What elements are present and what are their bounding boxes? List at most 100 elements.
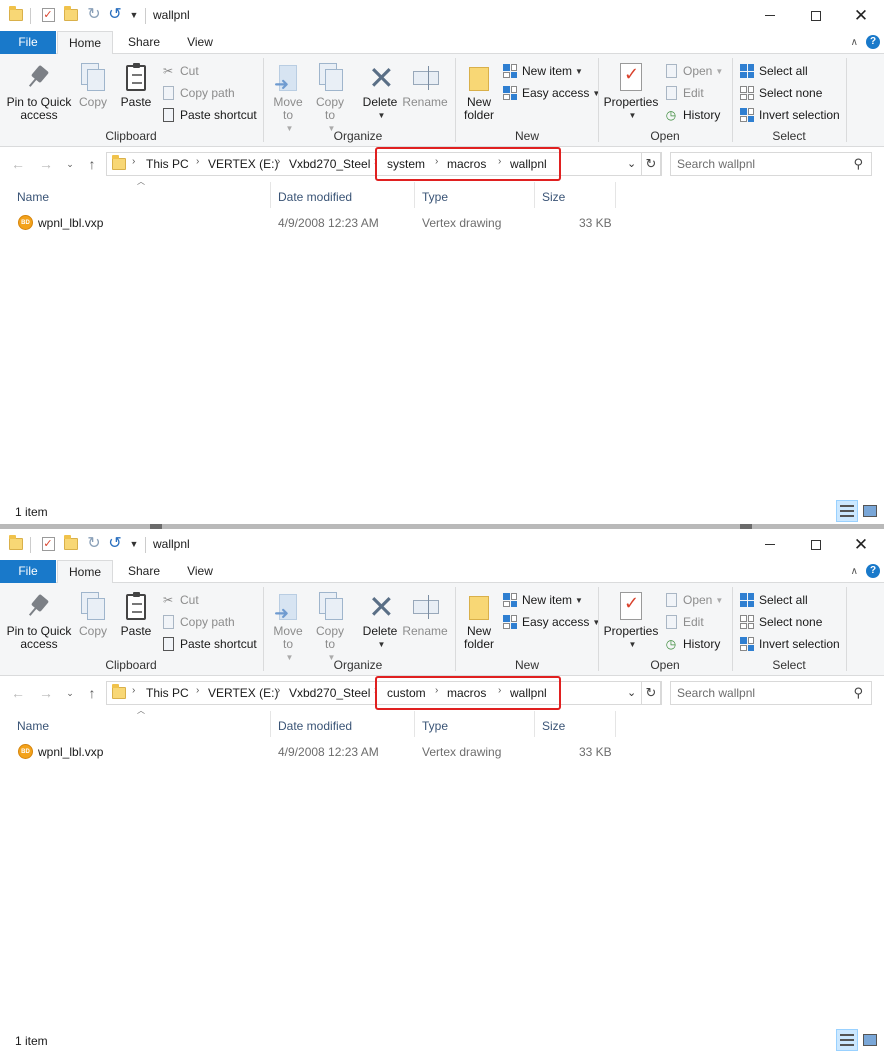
up-button[interactable]: ↑ <box>82 683 102 703</box>
select-none-button[interactable]: Select none <box>739 612 822 632</box>
breadcrumb-vxbd270-steel[interactable]: Vxbd270_Steel <box>289 686 370 700</box>
search-input[interactable] <box>671 153 841 175</box>
tab-home[interactable]: Home <box>57 31 113 55</box>
column-header-size[interactable]: Size <box>542 715 565 737</box>
tab-share[interactable]: Share <box>118 560 170 583</box>
edit-button[interactable]: Edit <box>663 612 704 632</box>
copy-to-button[interactable]: Copy to ▼ <box>310 588 350 664</box>
help-icon[interactable]: ? <box>866 564 880 578</box>
tab-view[interactable]: View <box>176 31 224 54</box>
tab-share[interactable]: Share <box>118 31 170 54</box>
breadcrumb-drive[interactable]: VERTEX (E:) <box>208 686 278 700</box>
column-divider[interactable] <box>270 182 271 208</box>
back-button[interactable]: ← <box>8 154 28 174</box>
up-button[interactable]: ↑ <box>82 154 102 174</box>
file-name[interactable]: wpnl_lbl.vxp <box>38 212 103 234</box>
tab-file[interactable]: File <box>0 560 56 583</box>
properties-quick-button[interactable]: ✓ <box>38 534 58 554</box>
column-header-name[interactable]: Name <box>17 186 49 208</box>
details-view-button[interactable] <box>836 1029 858 1051</box>
pin-to-quick-access-button[interactable]: Pin to Quick access <box>4 588 74 651</box>
column-header-date-modified[interactable]: Date modified <box>278 186 352 208</box>
column-divider[interactable] <box>414 182 415 208</box>
collapse-ribbon-icon[interactable]: ∧ <box>851 566 858 577</box>
select-none-button[interactable]: Select none <box>739 83 822 103</box>
copy-path-button[interactable]: Copy path <box>160 83 235 103</box>
new-item-button[interactable]: New item ▼ <box>502 61 583 81</box>
address-bar[interactable]: › This PC › VERTEX (E:) › Vxbd270_Steel … <box>106 147 662 181</box>
file-name[interactable]: wpnl_lbl.vxp <box>38 741 103 763</box>
refresh-button[interactable]: ↻ <box>641 681 661 705</box>
copy-button[interactable]: Copy <box>76 588 110 638</box>
invert-selection-button[interactable]: Invert selection <box>739 105 840 125</box>
tab-home[interactable]: Home <box>57 560 113 584</box>
redo-button[interactable]: ↻ <box>84 534 104 554</box>
rename-button[interactable]: Rename <box>402 59 448 109</box>
forward-button[interactable]: → <box>36 683 56 703</box>
breadcrumb-this-pc[interactable]: This PC <box>146 686 189 700</box>
close-button[interactable]: ✕ <box>838 529 884 560</box>
column-divider[interactable] <box>534 711 535 737</box>
copy-button[interactable]: Copy <box>76 59 110 109</box>
address-bar[interactable]: › This PC › VERTEX (E:) › Vxbd270_Steel … <box>106 676 662 710</box>
new-folder-button[interactable]: New folder <box>458 59 500 122</box>
tab-view[interactable]: View <box>176 560 224 583</box>
paste-button[interactable]: Paste <box>116 59 156 109</box>
maximize-button[interactable] <box>793 0 839 31</box>
select-all-button[interactable]: Select all <box>739 590 808 610</box>
help-icon[interactable]: ? <box>866 35 880 49</box>
breadcrumb-this-pc[interactable]: This PC <box>146 157 189 171</box>
back-button[interactable]: ← <box>8 683 28 703</box>
minimize-button[interactable] <box>747 529 793 560</box>
move-to-button[interactable]: ➜ Move to ▼ <box>268 59 308 135</box>
breadcrumb-vxbd270-steel[interactable]: Vxbd270_Steel <box>289 157 370 171</box>
copy-to-button[interactable]: Copy to ▼ <box>310 59 350 135</box>
minimize-button[interactable] <box>747 0 793 31</box>
open-button[interactable]: Open ▼ <box>663 61 723 81</box>
details-view-button[interactable] <box>836 500 858 522</box>
rename-button[interactable]: Rename <box>402 588 448 638</box>
large-icons-view-button[interactable] <box>859 500 881 522</box>
new-item-button[interactable]: New item ▼ <box>502 590 583 610</box>
paste-button[interactable]: Paste <box>116 588 156 638</box>
search-box[interactable]: ⚲ <box>670 152 872 176</box>
close-button[interactable]: ✕ <box>838 0 884 31</box>
column-divider[interactable] <box>270 711 271 737</box>
undo-button[interactable]: ↺ <box>105 5 125 25</box>
file-row[interactable]: BD wpnl_lbl.vxp 4/9/2008 12:23 AM Vertex… <box>0 212 884 234</box>
delete-button[interactable]: ✕ Delete ▼ <box>358 588 402 651</box>
new-folder-quick-button[interactable] <box>61 5 81 25</box>
column-header-type[interactable]: Type <box>422 715 448 737</box>
new-folder-quick-button[interactable] <box>61 534 81 554</box>
properties-button[interactable]: ✓ Properties ▼ <box>601 588 661 651</box>
column-divider[interactable] <box>615 711 616 737</box>
column-divider[interactable] <box>414 711 415 737</box>
customize-toolbar-button[interactable]: ▼ <box>124 5 144 25</box>
redo-button[interactable]: ↻ <box>84 5 104 25</box>
undo-button[interactable]: ↺ <box>105 534 125 554</box>
column-divider[interactable] <box>615 182 616 208</box>
customize-toolbar-button[interactable]: ▼ <box>124 534 144 554</box>
file-row[interactable]: BD wpnl_lbl.vxp 4/9/2008 12:23 AM Vertex… <box>0 741 884 763</box>
cut-button[interactable]: ✂ Cut <box>160 61 199 81</box>
properties-button[interactable]: ✓ Properties ▼ <box>601 59 661 122</box>
forward-button[interactable]: → <box>36 154 56 174</box>
invert-selection-button[interactable]: Invert selection <box>739 634 840 654</box>
cut-button[interactable]: ✂ Cut <box>160 590 199 610</box>
paste-shortcut-button[interactable]: Paste shortcut <box>160 634 257 654</box>
large-icons-view-button[interactable] <box>859 1029 881 1051</box>
collapse-ribbon-icon[interactable]: ∧ <box>851 37 858 48</box>
delete-button[interactable]: ✕ Delete ▼ <box>358 59 402 122</box>
recent-locations-button[interactable]: ⌄ <box>60 154 80 174</box>
refresh-button[interactable]: ↻ <box>641 152 661 176</box>
column-divider[interactable] <box>534 182 535 208</box>
recent-locations-button[interactable]: ⌄ <box>60 683 80 703</box>
pin-to-quick-access-button[interactable]: Pin to Quick access <box>4 59 74 122</box>
open-button[interactable]: Open ▼ <box>663 590 723 610</box>
move-to-button[interactable]: ➜ Move to ▼ <box>268 588 308 664</box>
easy-access-button[interactable]: Easy access ▼ <box>502 83 600 103</box>
address-dropdown-icon[interactable]: ⌄ <box>627 157 636 170</box>
tab-file[interactable]: File <box>0 31 56 54</box>
column-header-size[interactable]: Size <box>542 186 565 208</box>
column-header-name[interactable]: Name <box>17 715 49 737</box>
